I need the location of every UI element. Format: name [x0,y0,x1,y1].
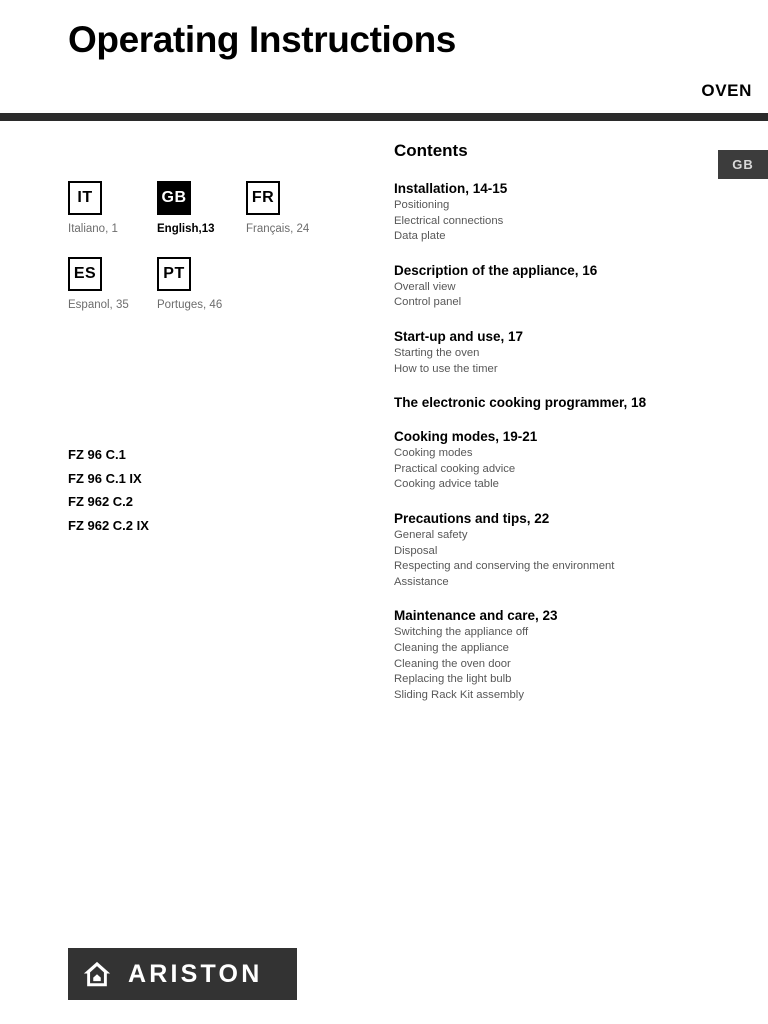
language-cell-empty [246,257,335,311]
toc-heading[interactable]: Start-up and use, 17 [394,328,724,345]
toc-subitem[interactable]: Switching the appliance off [394,625,724,641]
toc-subitem[interactable]: Replacing the light bulb [394,672,724,688]
toc-subitem[interactable]: Cleaning the appliance [394,641,724,657]
house-icon [83,961,111,987]
toc-subitem[interactable]: Respecting and conserving the environmen… [394,559,724,575]
toc-heading[interactable]: Description of the appliance, 16 [394,262,724,279]
language-box-pt[interactable]: PT [157,257,191,291]
toc-subitem[interactable]: Sliding Rack Kit assembly [394,688,724,704]
toc-heading[interactable]: The electronic cooking programmer, 18 [394,394,724,411]
language-cell-pt[interactable]: PT Portuges, 46 [157,257,246,311]
toc-subitem[interactable]: Control panel [394,295,724,311]
language-label-es: Espanol, 35 [68,299,129,311]
toc-subitem[interactable]: Electrical connections [394,214,724,230]
language-edge-tab-gb: GB [718,150,768,179]
toc-heading[interactable]: Precautions and tips, 22 [394,510,724,527]
toc-heading[interactable]: Maintenance and care, 23 [394,607,724,624]
document-page: Operating Instructions OVEN GB IT Italia… [0,0,768,1024]
toc-subitem[interactable]: Overall view [394,280,724,296]
language-cell-fr[interactable]: FR Français, 24 [246,181,335,235]
toc-subitem[interactable]: Positioning [394,198,724,214]
toc-subitem[interactable]: General safety [394,528,724,544]
toc-subitem[interactable]: Data plate [394,229,724,245]
language-row-2: ES Espanol, 35 PT Portuges, 46 [68,257,348,311]
toc-section-startup: Start-up and use, 17 Starting the oven H… [394,328,724,377]
model-number: FZ 962 C.2 [68,494,134,509]
toc-subitem[interactable]: Assistance [394,575,724,591]
toc-subitem[interactable]: Cooking modes [394,446,724,462]
brand-name: ARISTON [128,959,263,988]
toc-section-programmer: The electronic cooking programmer, 18 [394,394,724,411]
contents-title: Contents [394,141,468,160]
language-cell-es[interactable]: ES Espanol, 35 [68,257,157,311]
toc-section-cooking-modes: Cooking modes, 19-21 Cooking modes Pract… [394,428,724,493]
toc-section-precautions: Precautions and tips, 22 General safety … [394,510,724,590]
language-cell-it[interactable]: IT Italiano, 1 [68,181,157,235]
language-row-1: IT Italiano, 1 GB English,13 FR Français… [68,181,348,235]
toc-section-maintenance: Maintenance and care, 23 Switching the a… [394,607,724,703]
language-box-fr[interactable]: FR [246,181,280,215]
language-label-it: Italiano, 1 [68,223,118,235]
language-box-gb[interactable]: GB [157,181,191,215]
toc-heading[interactable]: Cooking modes, 19-21 [394,428,724,445]
model-number-list: FZ 96 C.1 FZ 96 C.1 IX FZ 962 C.2 FZ 962… [68,443,149,537]
toc-subitem[interactable]: How to use the timer [394,362,724,378]
language-box-it[interactable]: IT [68,181,102,215]
toc-section-installation: Installation, 14-15 Positioning Electric… [394,180,724,245]
language-selector-grid: IT Italiano, 1 GB English,13 FR Français… [68,181,348,333]
toc-subitem[interactable]: Cleaning the oven door [394,657,724,673]
toc-subitem[interactable]: Disposal [394,544,724,560]
table-of-contents: Contents Installation, 14-15 Positioning… [394,141,724,720]
language-label-pt: Portuges, 46 [157,299,223,311]
toc-subitem[interactable]: Cooking advice table [394,477,724,493]
language-cell-gb[interactable]: GB English,13 [157,181,246,235]
toc-subitem[interactable]: Practical cooking advice [394,462,724,478]
language-label-gb: English,13 [157,223,215,235]
header-divider [0,113,768,121]
ariston-logo: ARISTON [68,948,297,1000]
appliance-type-label: OVEN [701,81,752,100]
toc-heading[interactable]: Installation, 14-15 [394,180,724,197]
page-title: Operating Instructions [68,19,456,60]
model-number: FZ 962 C.2 IX [68,517,149,533]
toc-section-description: Description of the appliance, 16 Overall… [394,262,724,311]
model-number: FZ 96 C.1 IX [68,470,142,486]
toc-subitem[interactable]: Starting the oven [394,346,724,362]
model-number: FZ 96 C.1 [68,447,126,462]
language-label-fr: Français, 24 [246,223,310,235]
language-box-es[interactable]: ES [68,257,102,291]
